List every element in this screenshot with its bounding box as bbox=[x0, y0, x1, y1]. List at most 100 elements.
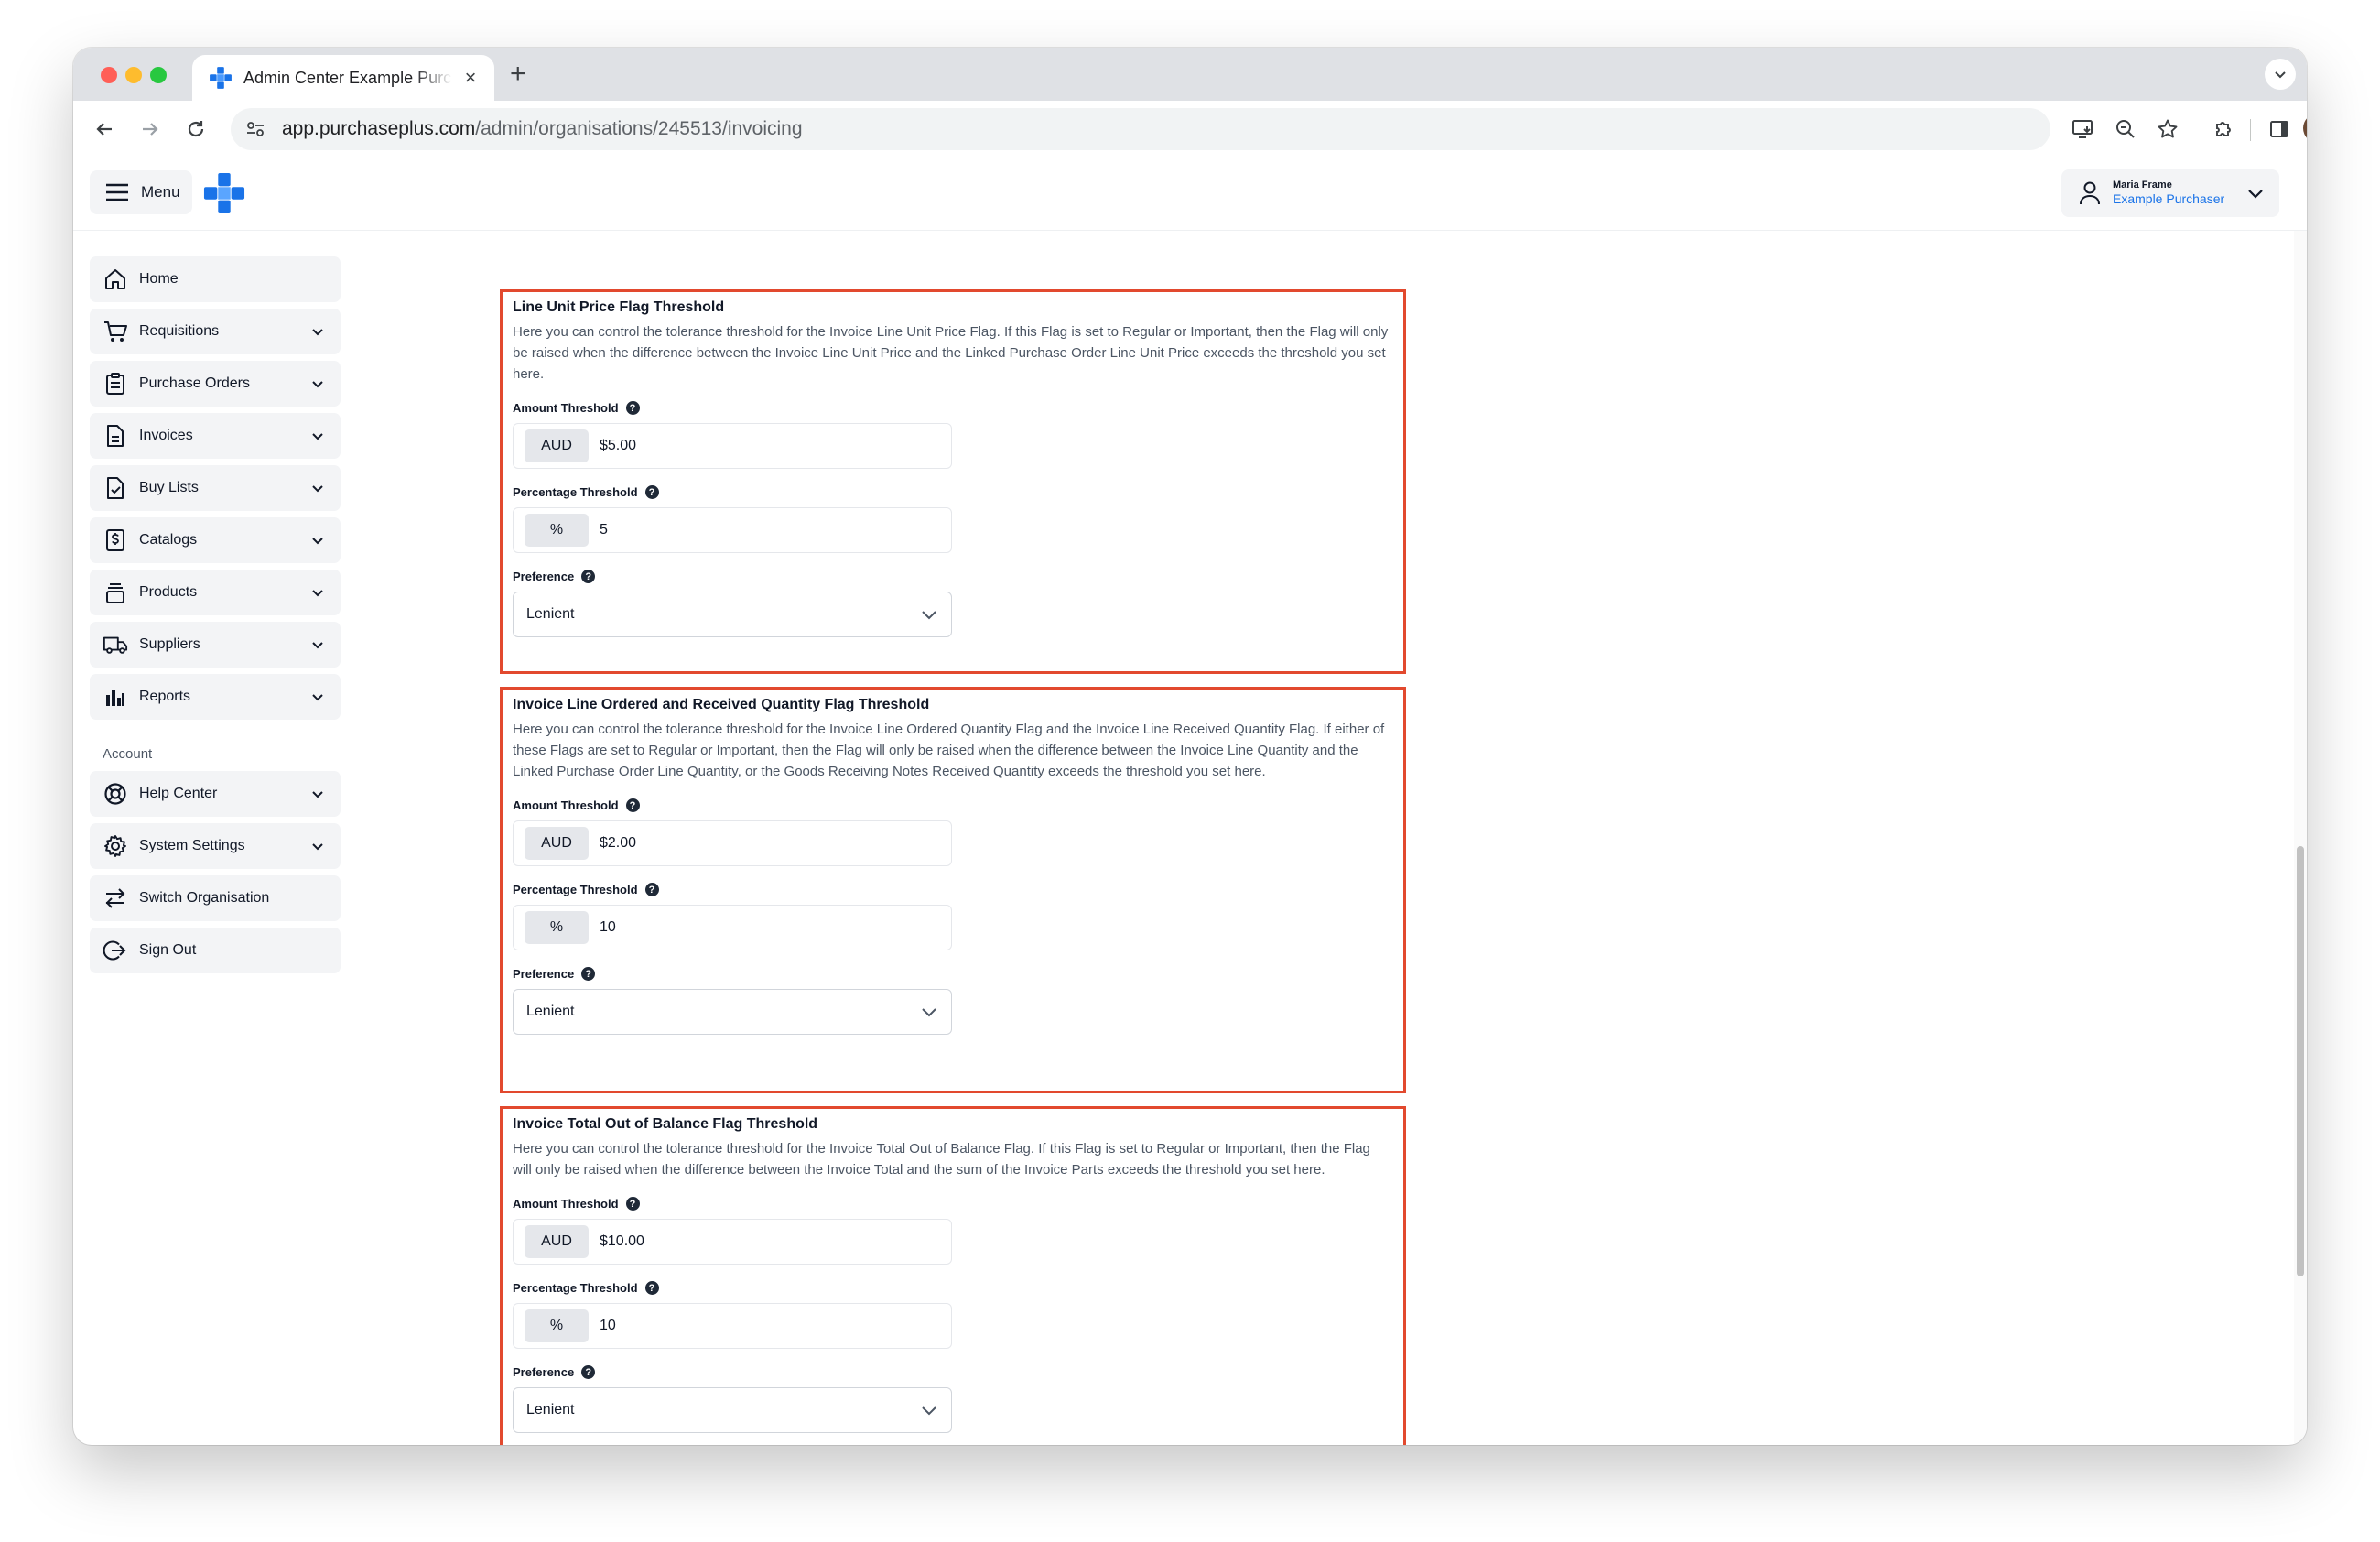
help-icon[interactable]: ? bbox=[644, 1281, 659, 1295]
back-arrow-icon bbox=[96, 123, 112, 136]
sidebar-item-label: System Settings bbox=[139, 838, 245, 853]
browser-tab[interactable]: Admin Center Example Purchaser × bbox=[192, 55, 494, 101]
help-icon[interactable]: ? bbox=[581, 967, 596, 981]
sidebar-item-sign-out[interactable]: Sign Out bbox=[90, 928, 341, 973]
app-header: Menu Maria Frame Example Purchaser bbox=[73, 157, 2307, 231]
sidebar-item-requisitions[interactable]: Requisitions bbox=[90, 309, 341, 354]
amount-threshold-label: Amount Threshold? bbox=[513, 798, 1392, 812]
reload-icon bbox=[188, 121, 204, 137]
profile-avatar[interactable] bbox=[2303, 114, 2307, 143]
forward-button[interactable] bbox=[135, 114, 165, 144]
percent-addon: % bbox=[525, 911, 589, 944]
toolbar-divider bbox=[2250, 119, 2251, 141]
amount-threshold-input[interactable]: AUD bbox=[513, 1219, 952, 1265]
sidebar-item-label: Sign Out bbox=[139, 942, 197, 958]
field-label-text: Preference bbox=[513, 967, 575, 981]
percentage-threshold-input[interactable]: % bbox=[513, 905, 952, 950]
sidebar-item-catalogs[interactable]: Catalogs bbox=[90, 517, 341, 563]
help-icon[interactable]: ? bbox=[581, 1365, 596, 1379]
field-label-text: Preference bbox=[513, 570, 575, 583]
amount-threshold-field[interactable] bbox=[600, 1233, 929, 1250]
sidebar-item-help-center[interactable]: Help Center bbox=[90, 771, 341, 817]
amount-threshold-input[interactable]: AUD bbox=[513, 820, 952, 866]
sidebar-item-products[interactable]: Products bbox=[90, 570, 341, 615]
page-scrollbar-thumb[interactable] bbox=[2297, 846, 2304, 1276]
dollar-document-icon bbox=[103, 527, 128, 553]
section-title: Invoice Line Ordered and Received Quanti… bbox=[513, 697, 930, 712]
puzzle-piece-icon bbox=[2216, 122, 2231, 136]
home-icon bbox=[103, 266, 128, 292]
percentage-threshold-field[interactable] bbox=[600, 522, 929, 538]
minimize-window-button[interactable] bbox=[125, 67, 142, 83]
switch-arrows-icon bbox=[103, 885, 128, 911]
percentage-threshold-field[interactable] bbox=[600, 919, 929, 936]
preference-label: Preference? bbox=[513, 967, 1392, 981]
close-tab-icon[interactable]: × bbox=[461, 66, 480, 90]
sidebar-item-system-settings[interactable]: System Settings bbox=[90, 823, 341, 869]
site-settings-icon[interactable] bbox=[245, 119, 265, 139]
percentage-threshold-field[interactable] bbox=[600, 1318, 929, 1334]
sidebar-item-label: Catalogs bbox=[139, 532, 198, 548]
percentage-threshold-input[interactable]: % bbox=[513, 507, 952, 553]
sidebar-item-home[interactable]: Home bbox=[90, 256, 341, 302]
user-menu-button[interactable]: Maria Frame Example Purchaser bbox=[2061, 169, 2279, 217]
help-icon[interactable]: ? bbox=[644, 883, 659, 896]
invoice-total-out-of-balance-threshold-section: Invoice Total Out of Balance Flag Thresh… bbox=[500, 1106, 1406, 1445]
purchaseplus-favicon-icon bbox=[210, 67, 232, 89]
sidebar-item-label: Home bbox=[139, 271, 178, 287]
zoom-out-icon bbox=[2116, 120, 2135, 138]
close-window-button[interactable] bbox=[101, 67, 117, 83]
sidebar-item-suppliers[interactable]: Suppliers bbox=[90, 622, 341, 668]
chevron-down-icon bbox=[2275, 71, 2286, 79]
preference-select[interactable]: Lenient bbox=[513, 592, 952, 637]
field-label-text: Percentage Threshold bbox=[513, 883, 638, 896]
preference-value: Lenient bbox=[526, 1004, 575, 1019]
zoom-button[interactable] bbox=[2111, 114, 2140, 144]
tab-search-button[interactable] bbox=[2265, 59, 2296, 90]
help-icon[interactable]: ? bbox=[625, 1197, 640, 1211]
sidebar-item-buy-lists[interactable]: Buy Lists bbox=[90, 465, 341, 511]
sidebar-item-reports[interactable]: Reports bbox=[90, 674, 341, 720]
preference-select[interactable]: Lenient bbox=[513, 1387, 952, 1433]
field-label-text: Percentage Threshold bbox=[513, 485, 638, 499]
bookmark-button[interactable] bbox=[2153, 114, 2182, 144]
help-icon[interactable]: ? bbox=[625, 401, 640, 415]
sidebar-item-invoices[interactable]: Invoices bbox=[90, 413, 341, 459]
user-icon bbox=[2080, 181, 2100, 205]
amount-threshold-field[interactable] bbox=[600, 835, 929, 852]
preference-select[interactable]: Lenient bbox=[513, 989, 952, 1035]
url-path: /admin/organisations/245513/invoicing bbox=[475, 118, 803, 139]
maximize-window-button[interactable] bbox=[150, 67, 167, 83]
percentage-threshold-input[interactable]: % bbox=[513, 1303, 952, 1349]
help-icon[interactable]: ? bbox=[644, 485, 659, 499]
side-panel-button[interactable] bbox=[2265, 114, 2294, 144]
sidebar-item-purchase-orders[interactable]: Purchase Orders bbox=[90, 361, 341, 407]
install-app-button[interactable] bbox=[2069, 114, 2098, 144]
amount-threshold-field[interactable] bbox=[600, 438, 929, 454]
sidebar-item-label: Buy Lists bbox=[139, 480, 199, 495]
new-tab-button[interactable]: + bbox=[510, 60, 526, 88]
sidebar-item-label: Requisitions bbox=[139, 323, 220, 339]
address-bar[interactable]: app.purchaseplus.com/admin/organisations… bbox=[231, 108, 2050, 150]
help-icon[interactable]: ? bbox=[625, 798, 640, 812]
sidebar-item-label: Suppliers bbox=[139, 636, 200, 652]
help-icon[interactable]: ? bbox=[581, 570, 596, 583]
amount-threshold-label: Amount Threshold? bbox=[513, 401, 1392, 415]
bar-chart-icon bbox=[103, 684, 128, 710]
sidebar-item-label: Switch Organisation bbox=[139, 890, 270, 906]
url-text: app.purchaseplus.com/admin/organisations… bbox=[282, 118, 803, 140]
back-button[interactable] bbox=[90, 114, 119, 144]
amount-threshold-input[interactable]: AUD bbox=[513, 423, 952, 469]
purchaseplus-logo-icon[interactable] bbox=[203, 172, 245, 214]
section-description: Here you can control the tolerance thres… bbox=[513, 722, 1385, 779]
field-label-text: Amount Threshold bbox=[513, 1197, 619, 1211]
percentage-threshold-label: Percentage Threshold? bbox=[513, 485, 1392, 499]
percentage-threshold-label: Percentage Threshold? bbox=[513, 883, 1392, 896]
currency-addon: AUD bbox=[525, 1225, 589, 1258]
menu-button[interactable]: Menu bbox=[90, 170, 192, 214]
user-identity: Maria Frame Example Purchaser bbox=[2113, 179, 2245, 207]
field-label-text: Percentage Threshold bbox=[513, 1281, 638, 1295]
sidebar-item-switch-organisation[interactable]: Switch Organisation bbox=[90, 875, 341, 921]
extensions-button[interactable] bbox=[2210, 114, 2239, 144]
reload-button[interactable] bbox=[181, 114, 211, 144]
